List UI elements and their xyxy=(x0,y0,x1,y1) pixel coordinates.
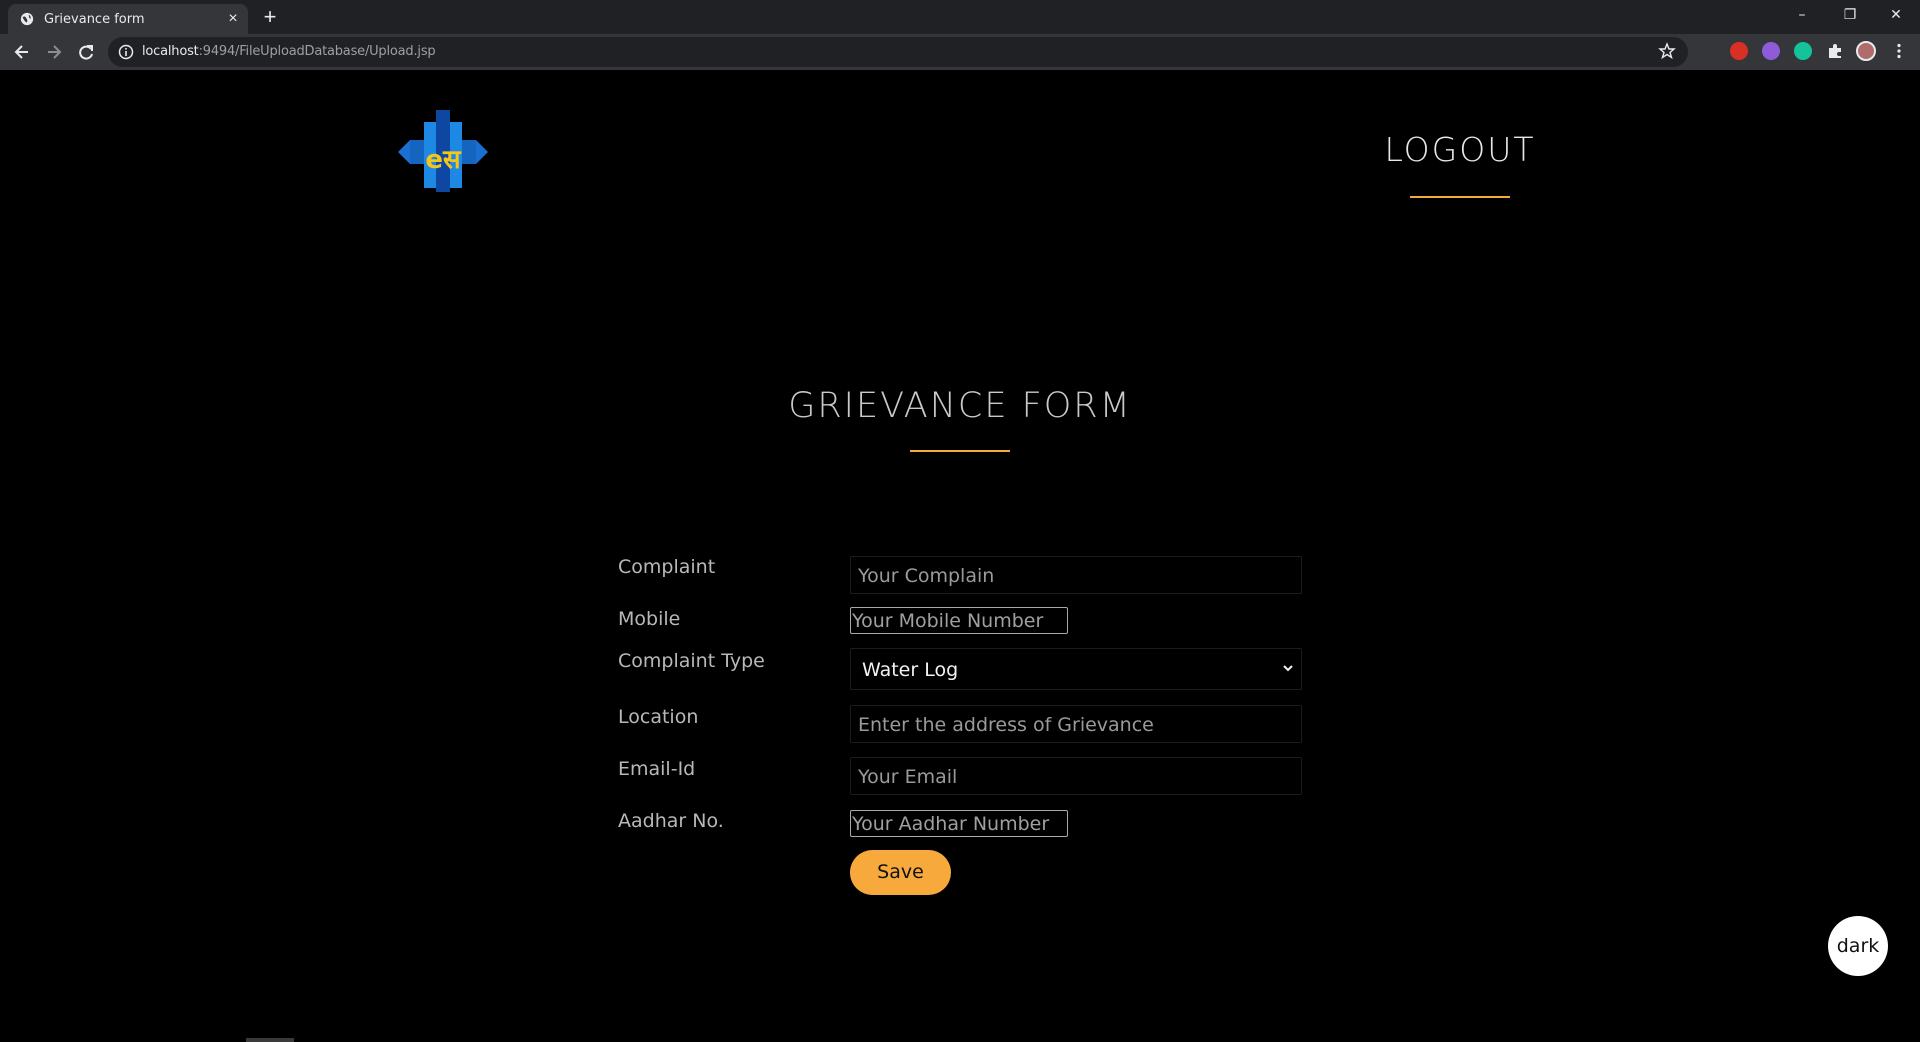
aadhar-label: Aadhar No. xyxy=(618,810,724,832)
info-icon[interactable] xyxy=(118,44,134,60)
email-input[interactable]: Your Email xyxy=(850,757,1302,795)
location-label: Location xyxy=(618,706,699,728)
url-text: localhost:9494/FileUploadDatabase/Upload… xyxy=(142,44,436,59)
logout-underline xyxy=(1410,196,1510,198)
site-logo[interactable]: eस xyxy=(398,110,488,192)
horizontal-scrollbar-thumb[interactable] xyxy=(246,1038,294,1042)
bookmark-star-icon[interactable] xyxy=(1658,42,1676,60)
complaint-type-selected: Water Log xyxy=(862,659,959,681)
close-window-button[interactable]: ✕ xyxy=(1876,2,1916,28)
url-path: :9494/FileUploadDatabase/Upload.jsp xyxy=(198,44,436,59)
globe-icon xyxy=(20,12,34,26)
extensions-puzzle-icon[interactable] xyxy=(1826,42,1844,60)
minimize-button[interactable]: – xyxy=(1782,2,1822,28)
location-input[interactable]: Enter the address of Grievance xyxy=(850,705,1302,743)
complaint-input[interactable]: Your Complain xyxy=(850,556,1302,594)
address-bar[interactable]: localhost:9494/FileUploadDatabase/Upload… xyxy=(108,37,1688,67)
save-button[interactable]: Save xyxy=(850,850,951,895)
mobile-label: Mobile xyxy=(618,608,681,630)
url-host: localhost xyxy=(142,44,199,59)
reload-icon[interactable] xyxy=(72,38,100,66)
chevron-down-icon xyxy=(1283,665,1293,672)
extension-adblock-icon[interactable] xyxy=(1730,42,1748,60)
email-label: Email-Id xyxy=(618,758,696,780)
dark-mode-toggle[interactable]: dark xyxy=(1828,916,1888,976)
aadhar-input[interactable]: Your Aadhar Number xyxy=(850,810,1068,837)
complaint-label: Complaint xyxy=(618,556,716,578)
profile-avatar[interactable] xyxy=(1856,41,1876,61)
extension-grammarly-icon[interactable] xyxy=(1794,42,1812,60)
menu-kebab-icon[interactable] xyxy=(1890,42,1908,60)
logout-link[interactable]: LOGOUT xyxy=(1380,130,1540,169)
logo-text: eस xyxy=(425,145,462,175)
browser-toolbar: localhost:9494/FileUploadDatabase/Upload… xyxy=(0,34,1920,70)
complaint-type-select[interactable]: Water Log xyxy=(850,648,1302,690)
complaint-type-label: Complaint Type xyxy=(618,650,765,672)
new-tab-button[interactable]: + xyxy=(258,6,282,28)
tab-close-icon[interactable]: × xyxy=(224,10,242,28)
restore-button[interactable]: ❐ xyxy=(1830,2,1870,28)
browser-tabstrip: Grievance form × + – ❐ ✕ xyxy=(0,0,1920,34)
tab-title: Grievance form xyxy=(44,12,145,27)
form-title-underline xyxy=(910,450,1010,452)
mobile-input[interactable]: Your Mobile Number xyxy=(850,607,1068,634)
browser-tab[interactable]: Grievance form × xyxy=(8,4,248,34)
back-arrow-icon[interactable] xyxy=(8,38,36,66)
form-title: GRIEVANCE FORM xyxy=(788,386,1132,426)
forward-arrow-icon[interactable] xyxy=(40,38,68,66)
extension-color-icon[interactable] xyxy=(1762,42,1780,60)
